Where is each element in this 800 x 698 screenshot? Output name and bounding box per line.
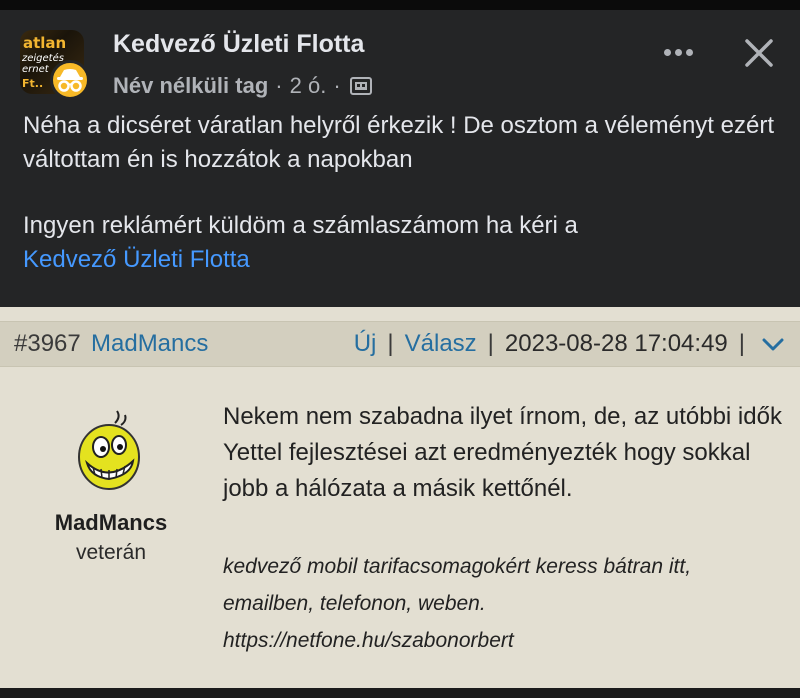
post-paragraph-2: Ingyen reklámért küldöm a számlaszámom h… xyxy=(23,209,783,277)
member-label[interactable]: Név nélküli tag xyxy=(113,73,268,99)
signature-link[interactable]: https://netfone.hu/szabonorbert xyxy=(223,622,793,659)
post-time[interactable]: 2 ó. xyxy=(290,73,327,99)
post-meta: Név nélküli tag · 2 ó. · xyxy=(113,73,372,99)
forum-author-name[interactable]: MadMancs xyxy=(28,510,194,536)
new-link[interactable]: Új xyxy=(354,330,377,358)
signature-line: kedvező mobil tarifacsomagokért keress b… xyxy=(223,555,692,578)
forum-post-header: #3967 MadMancs Új | Válasz | 2023-08-28 … xyxy=(0,321,800,367)
post-number[interactable]: #3967 xyxy=(14,330,81,358)
anonymous-member-icon xyxy=(50,60,90,100)
more-dots-icon xyxy=(685,48,693,56)
group-name[interactable]: Kedvező Üzleti Flotta xyxy=(113,30,364,59)
post-paragraph-2-text: Ingyen reklámért küldöm a számlaszámom h… xyxy=(23,212,578,239)
header-actions: Új | Válasz | 2023-08-28 17:04:49 | xyxy=(354,330,786,358)
meta-separator: · xyxy=(275,73,283,98)
more-dots-icon xyxy=(674,48,682,56)
reply-link[interactable]: Válasz xyxy=(405,330,477,358)
close-button[interactable] xyxy=(740,34,778,72)
header-separator: | xyxy=(738,330,745,357)
avatar-text-1: atlan xyxy=(23,34,67,52)
avatar-text-2: zeigetés xyxy=(22,53,64,64)
more-dots-icon xyxy=(663,48,671,56)
post-datetime: 2023-08-28 17:04:49 xyxy=(504,330,728,357)
forum-post-body: Nekem nem szabadna ilyet írnom, de, az u… xyxy=(223,403,782,502)
group-avatar[interactable]: atlan zeigetés ernet Ft.. xyxy=(20,30,90,100)
post-text: Néha a dicséret váratlan helyről érkezik… xyxy=(23,109,783,277)
bottom-strip xyxy=(0,688,800,698)
header-separator: | xyxy=(387,330,394,357)
avatar-text-3: ernet xyxy=(22,64,49,75)
signature-line: emailben, telefonon, weben. xyxy=(223,592,486,615)
forum-author-rank: veterán xyxy=(75,541,147,564)
group-audience-icon xyxy=(349,76,372,96)
post-author-link[interactable]: MadMancs xyxy=(91,330,208,358)
group-link[interactable]: Kedvező Üzleti Flotta xyxy=(23,246,250,273)
meta-separator-2: · xyxy=(333,73,341,98)
avatar-text-4: Ft.. xyxy=(22,77,44,90)
more-options-button[interactable] xyxy=(658,38,698,66)
post-paragraph-1: Néha a dicséret váratlan helyről érkezik… xyxy=(23,112,774,173)
header-separator: | xyxy=(487,330,494,357)
smiley-avatar-icon xyxy=(78,410,140,490)
close-icon xyxy=(745,39,773,67)
chevron-down-icon[interactable] xyxy=(760,334,786,354)
status-strip xyxy=(0,0,800,10)
forum-signature: kedvező mobil tarifacsomagokért keress b… xyxy=(223,548,793,659)
